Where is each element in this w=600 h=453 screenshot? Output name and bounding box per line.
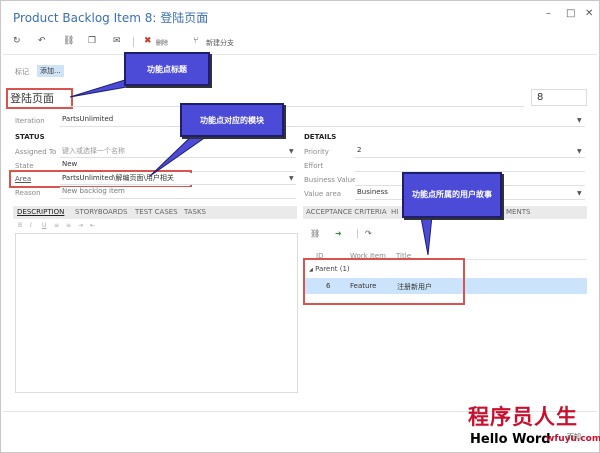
story-callout-pointer [419,211,433,256]
area-callout: 功能点对应的模块 [180,103,284,137]
area-callout-text: 功能点对应的模块 [200,115,264,125]
watermark-en: Hello Word [470,432,551,447]
story-callout: 功能点所属的用户故事 [402,172,502,218]
watermark-suffix: 而知 [567,433,581,441]
title-callout: 功能点标题 [124,52,210,86]
story-callout-text: 功能点所属的用户故事 [412,190,492,199]
callout-pointers [69,78,433,256]
title-callout-text: 功能点标题 [147,64,187,74]
watermark-cn: 程序员人生 [468,405,578,429]
